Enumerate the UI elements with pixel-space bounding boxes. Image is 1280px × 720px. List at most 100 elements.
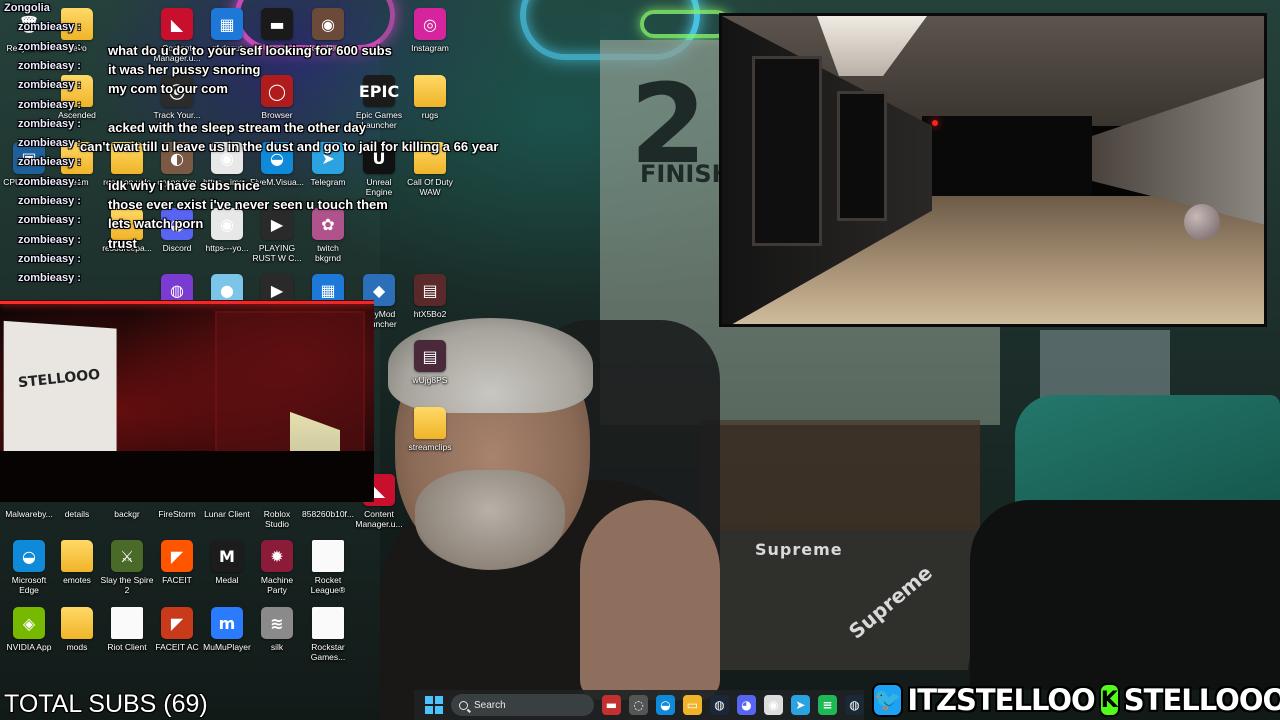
folder-icon — [111, 208, 143, 240]
recycle-bin-icon: 🗑 — [18, 14, 40, 34]
rug-text: Supreme — [755, 540, 843, 559]
person-beard — [415, 470, 565, 570]
edge-icon: ◒ — [261, 142, 293, 174]
desktop-icon[interactable]: EPIC Epic Games Launcher — [352, 75, 406, 130]
faceit-icon: ◤ — [161, 540, 193, 572]
desktop-icon-label: Rockstar Games... — [310, 642, 346, 662]
desktop-icon[interactable]: Ascended — [50, 75, 104, 120]
telegram-icon: ➤ — [312, 142, 344, 174]
image-file-icon: ✿ — [312, 208, 344, 240]
steam-icon[interactable]: ◍ — [844, 695, 864, 715]
taskbar-search[interactable]: Search — [451, 694, 594, 716]
unreal-engine-icon: U — [363, 142, 395, 174]
desktop-icon[interactable]: ▤ wUjg8PS — [403, 340, 457, 385]
video-file-icon: ▶ — [261, 208, 293, 240]
slay-the-spire-icon: ⚔ — [111, 540, 143, 572]
folder-icon — [414, 407, 446, 439]
image-file-icon: ▦ — [211, 8, 243, 40]
content-manager-icon: ◣ — [161, 8, 193, 40]
desktop-icon-label: twitch bkgrnd — [315, 243, 341, 263]
desktop-icon[interactable]: ◒ Microsoft Edge — [2, 540, 56, 595]
edge-icon[interactable]: ◒ — [655, 695, 675, 715]
steam-icon[interactable]: ◍ — [709, 695, 729, 715]
game-window — [752, 56, 822, 246]
start-icon[interactable] — [424, 695, 443, 715]
desktop-icon[interactable]: ⦿ Track Your... — [150, 75, 204, 120]
neon-sign-green — [640, 10, 730, 38]
desktop-icon[interactable]: ✿ twitch bkgrnd — [301, 208, 355, 263]
file-explorer-icon[interactable]: ▭ — [682, 695, 702, 715]
search-icon — [459, 700, 468, 710]
folder-icon — [61, 75, 93, 107]
file-icon — [312, 540, 344, 572]
desktop-icon-label: Ascended — [58, 110, 96, 120]
desktop-icon[interactable]: Kevo — [50, 8, 104, 53]
desktop-icon[interactable]: ◣ Content Manager.u... — [150, 8, 204, 63]
image-file-icon: ▬ — [261, 8, 293, 40]
taskview-icon[interactable]: ◌ — [628, 695, 648, 715]
edge-icon: ◒ — [13, 540, 45, 572]
game-hallway — [922, 116, 1092, 196]
file-icon — [312, 607, 344, 639]
browser-icon: ◯ — [261, 75, 293, 107]
image-file-icon: ≋ — [261, 607, 293, 639]
cpuid-icon: ▣ — [13, 142, 45, 174]
social-banner: 🐦 ITZSTELLOO K STELLOOO — [872, 680, 1280, 720]
desktop-icon-label: Track Your... — [153, 110, 201, 120]
image-file-icon: ▤ — [414, 274, 446, 306]
image-file-icon: ◉ — [312, 8, 344, 40]
desktop-icon[interactable]: ⚔ Slay the Spire 2 — [100, 540, 154, 595]
desktop-icon-label: Instagram — [411, 43, 449, 53]
desktop-icon-label: Kevo — [67, 43, 87, 53]
game-window-far — [837, 91, 887, 221]
desktop-icon[interactable]: Call Of Duty WAW — [403, 142, 457, 197]
cam-desk — [0, 451, 374, 502]
game-red-light — [932, 120, 938, 126]
desktop-icon-label: skdadjbnsjd — [305, 43, 351, 53]
desktop-icon[interactable]: ▤ htX5Bo2 — [403, 274, 457, 319]
epic-games-icon: EPIC — [359, 75, 399, 107]
kick-icon: K — [1098, 683, 1120, 717]
medal-icon: M — [211, 540, 243, 572]
desktop-icon[interactable]: ◉ skdadjbnsjd — [301, 8, 355, 53]
folder-icon — [111, 142, 143, 174]
twitter-handle: ITZSTELLOO — [907, 683, 1095, 717]
search-label: Search — [474, 699, 506, 711]
image-file-icon: ▤ — [414, 340, 446, 372]
chrome-icon[interactable]: ◉ — [763, 695, 783, 715]
desktop-icon[interactable]: ◎ Instagram — [403, 8, 457, 53]
nvidia-icon: ◈ — [13, 607, 45, 639]
desktop-icon-label: rugs — [421, 110, 439, 120]
desktop-icon[interactable]: streamclips — [403, 407, 457, 452]
chrome-icon: ◉ — [211, 142, 243, 174]
desktop-icon[interactable]: Rocket League® — [301, 540, 355, 595]
twitter-icon: 🐦 — [872, 683, 904, 717]
desktop-icon[interactable]: rugs — [403, 75, 457, 120]
desktop-icon[interactable]: Rockstar Games... — [301, 607, 355, 662]
telegram-icon[interactable]: ➤ — [790, 695, 810, 715]
bed-frame — [970, 500, 1280, 690]
game-capture — [719, 13, 1267, 327]
person-arm — [580, 500, 720, 700]
folder-icon — [61, 540, 93, 572]
spotify-icon[interactable]: ≡ — [817, 695, 837, 715]
image-file-icon: ◐ — [161, 142, 193, 174]
total-subs-counter: TOTAL SUBS (69) — [4, 690, 208, 718]
desktop-icon-label: Call Of Duty WAW — [407, 177, 453, 197]
desktop-icon-label: Rocket League® — [310, 575, 346, 595]
shoe-cabinet — [700, 420, 980, 540]
webcam-overlay: STELLOOO — [0, 300, 374, 502]
mumuplayer-icon: m — [211, 607, 243, 639]
kick-handle: STELLOOO — [1123, 683, 1280, 717]
desktop-icon[interactable]: ◯ Browser — [250, 75, 304, 120]
folder-icon — [61, 8, 93, 40]
discord-icon[interactable]: ◕ — [736, 695, 756, 715]
desktop-icon-label: wUjg8PS — [412, 375, 448, 385]
desktop-icon-label: Browser — [261, 110, 293, 120]
desktop-icon-label: Content Manager.u... — [355, 509, 403, 529]
sneaker-widget-icon[interactable]: ▬ — [601, 695, 621, 715]
folder-icon — [414, 75, 446, 107]
folder-icon — [61, 607, 93, 639]
taskbar: Search ▬ ◌ ◒ ▭ ◍ ◕ ◉ ➤ ≡ ◍ — [414, 690, 864, 720]
discord-icon: ◕ — [161, 208, 193, 240]
